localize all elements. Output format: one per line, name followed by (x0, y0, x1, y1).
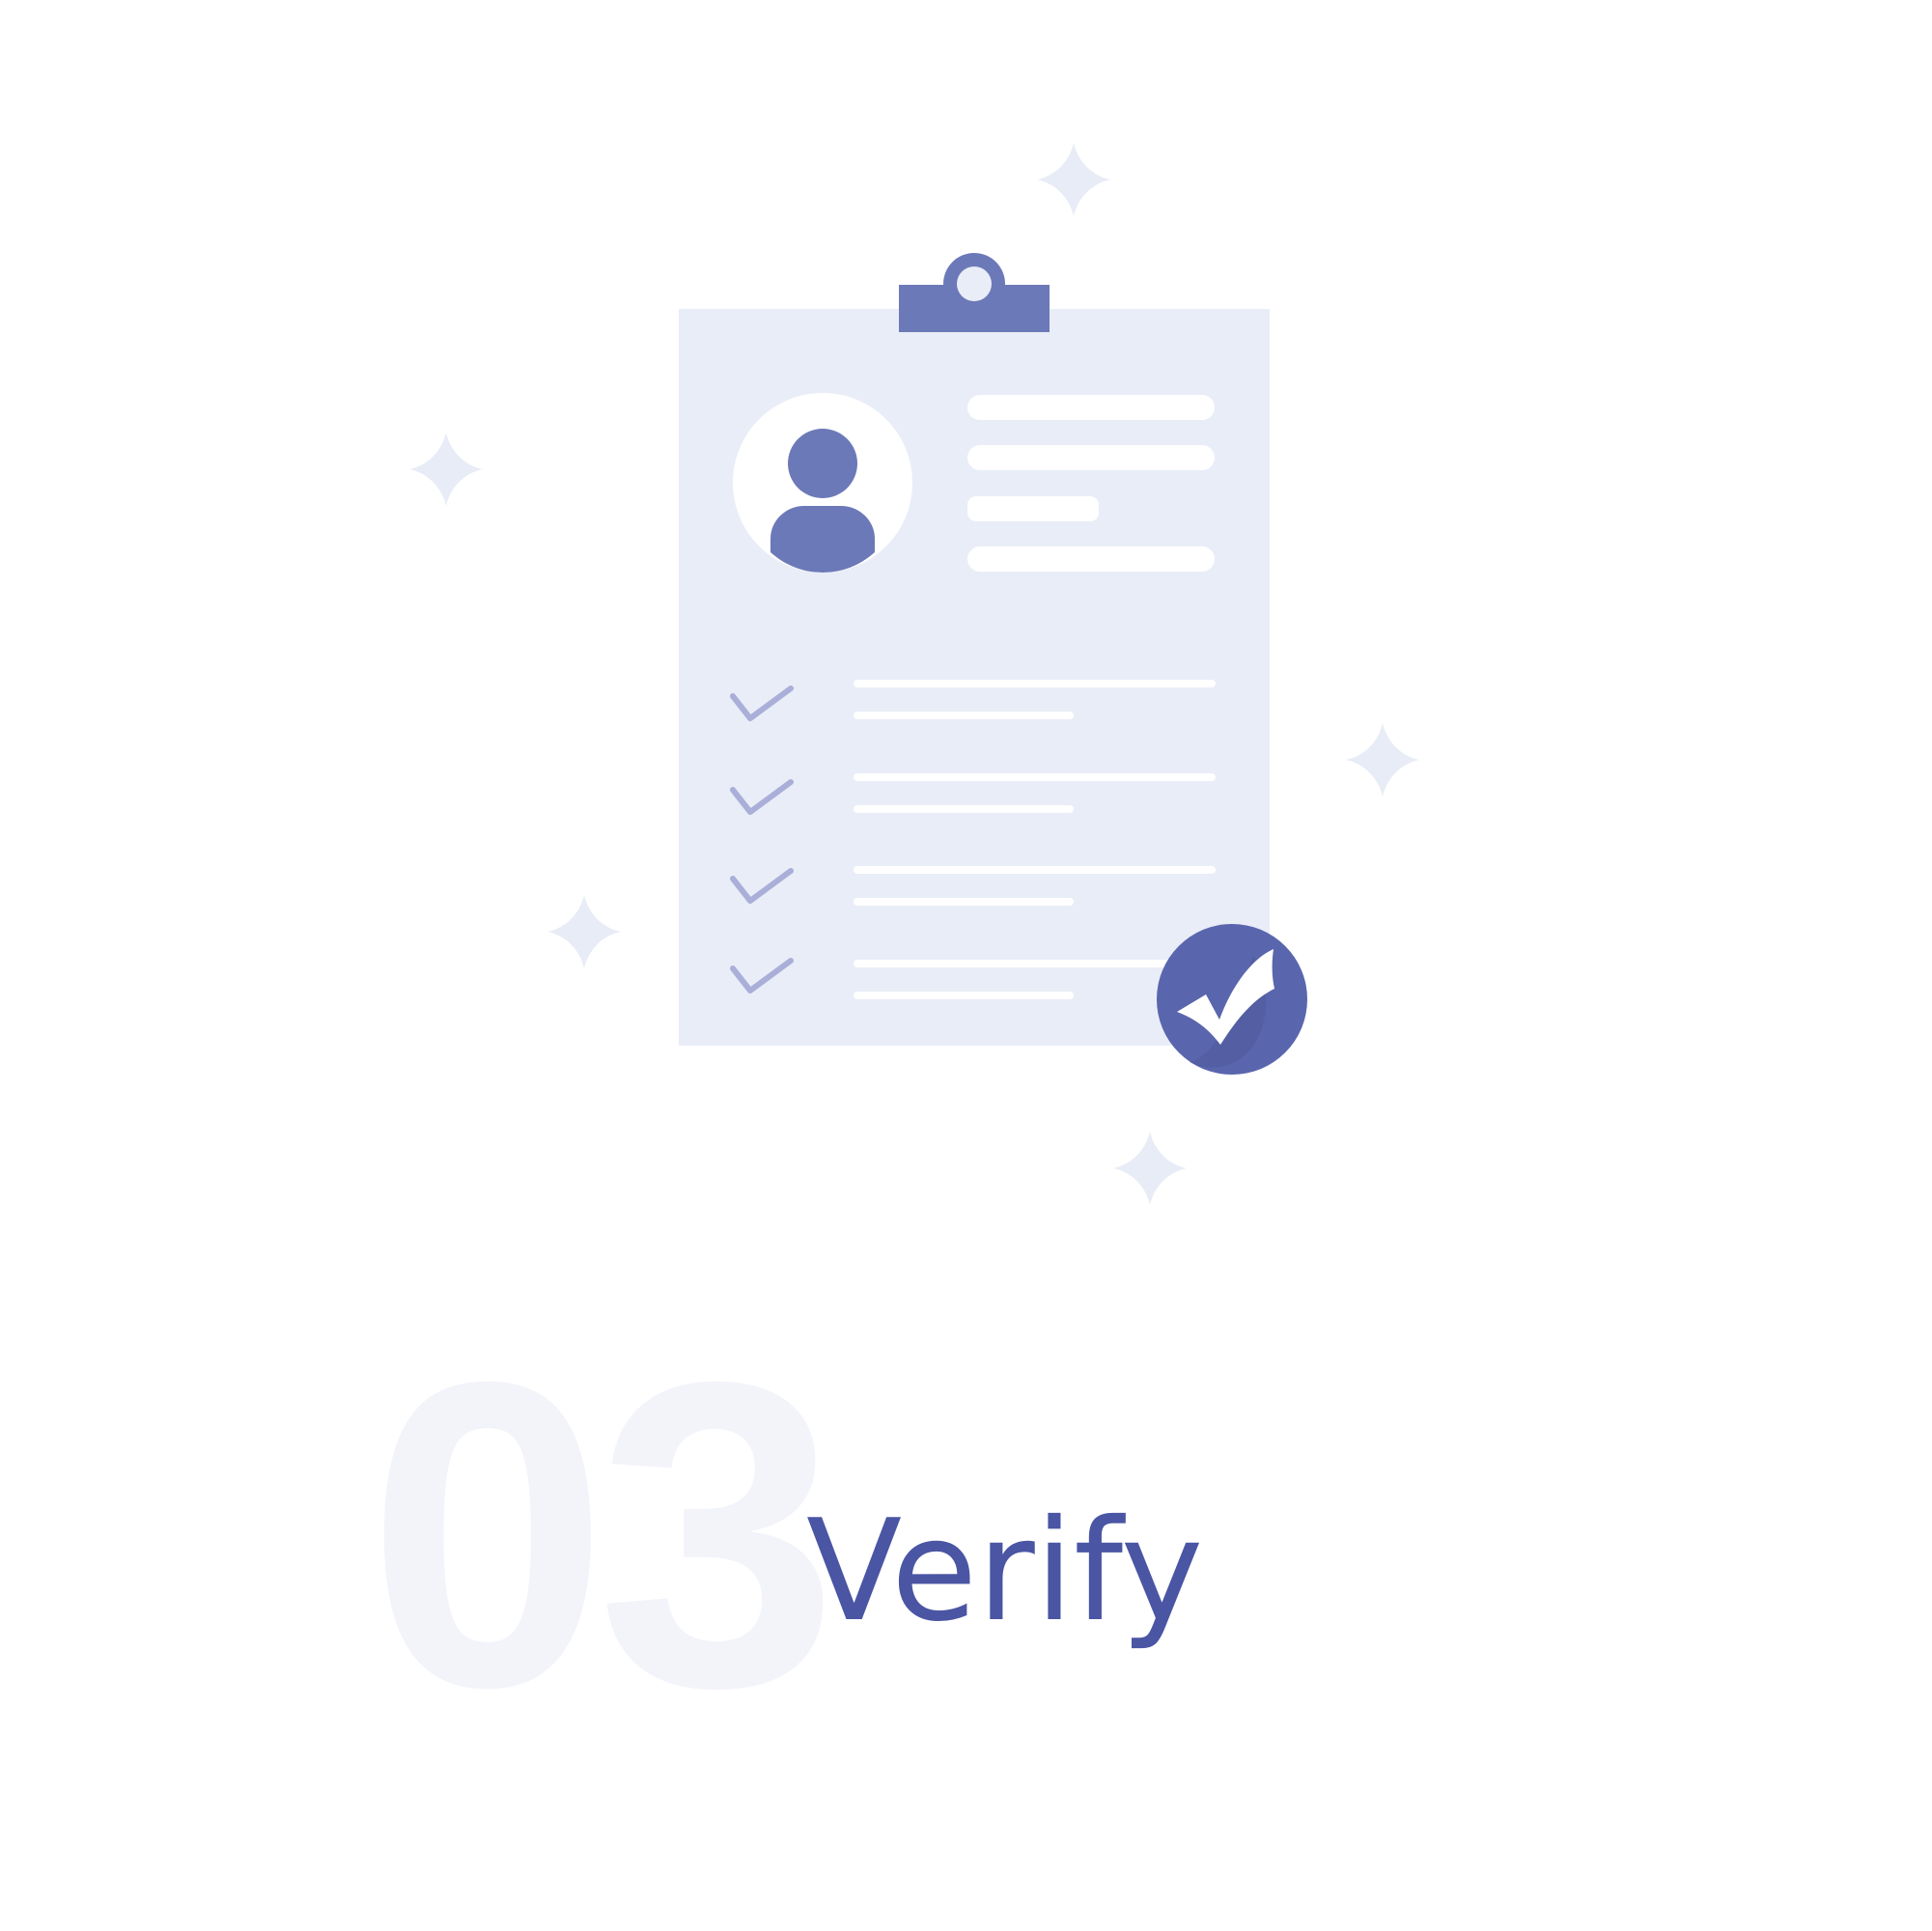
sparkle-icon (1346, 723, 1419, 797)
sparkle-icon (1037, 143, 1110, 216)
sparkle-icon (1113, 1132, 1187, 1205)
clipboard-icon (679, 253, 1270, 1046)
step-number: 03 (367, 1293, 839, 1777)
step-title: Verify (806, 1490, 1204, 1653)
verified-badge-icon (1157, 924, 1307, 1075)
sparkle-icon (409, 433, 483, 506)
clipboard-clip (899, 253, 1050, 332)
sparkle-icon (547, 895, 621, 968)
user-avatar-icon (733, 393, 912, 573)
